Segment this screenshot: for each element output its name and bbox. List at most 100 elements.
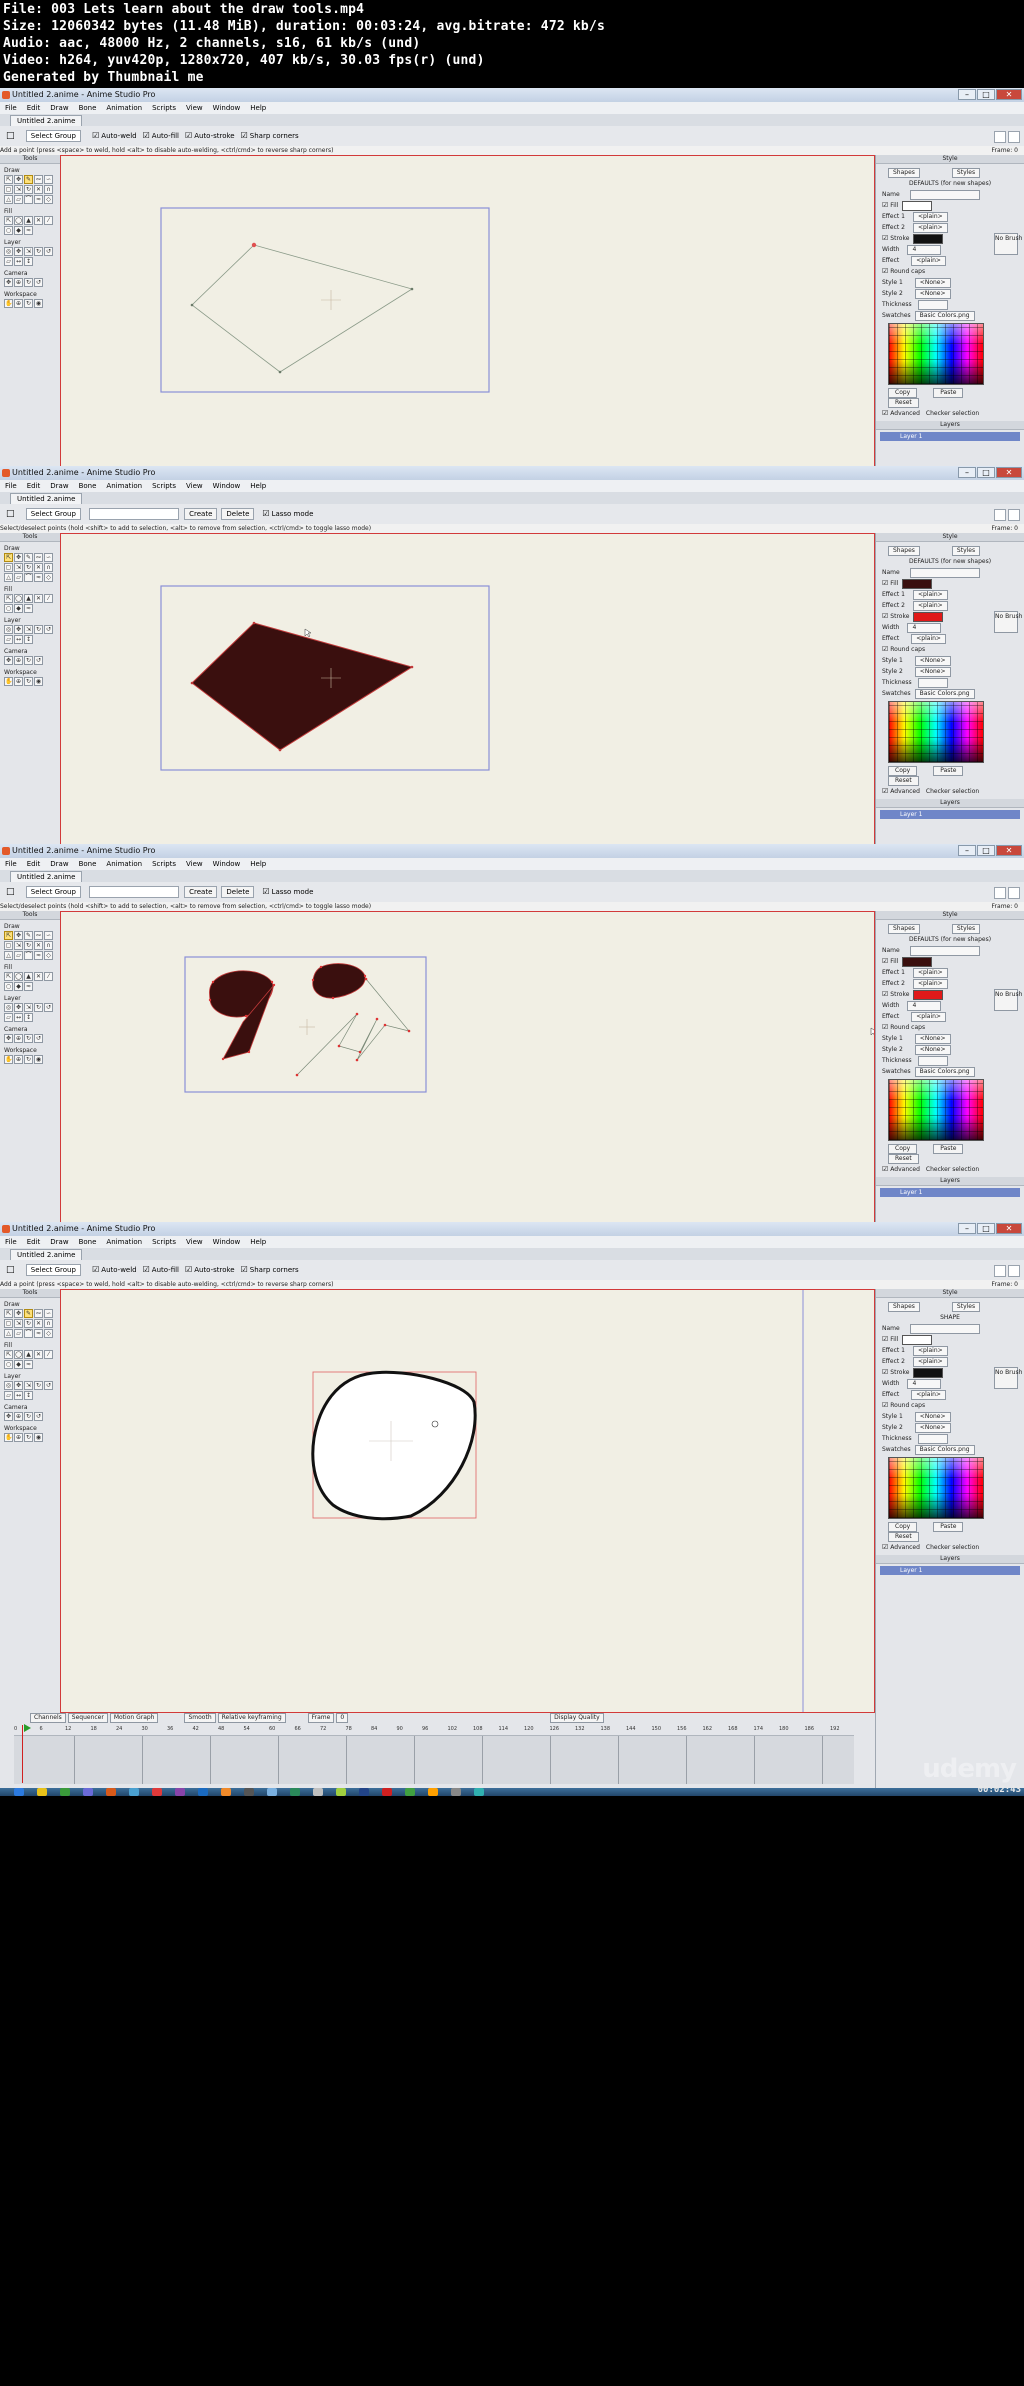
stroke-checkbox[interactable]: Stroke	[882, 991, 909, 998]
fill-checkbox[interactable]: Fill	[882, 958, 898, 965]
paste-button[interactable]: Paste	[933, 388, 964, 398]
menu-window[interactable]: Window	[208, 480, 246, 492]
fill-color-swatch[interactable]	[902, 578, 933, 589]
advanced-checkbox[interactable]: Advanced	[882, 788, 920, 795]
track-camera-tool[interactable]: ✥	[4, 1412, 13, 1421]
scale-points-tool[interactable]: ⇲	[14, 1319, 23, 1328]
copy-button[interactable]: Copy	[888, 766, 918, 776]
color-palette[interactable]	[888, 1079, 984, 1141]
white-oval-shape[interactable]	[311, 1370, 477, 1521]
scale-layer-tool[interactable]: ⇲	[24, 1003, 33, 1012]
pan-tilt-tool[interactable]: ↺	[34, 1412, 43, 1421]
taskbar-app-icon[interactable]	[152, 1788, 162, 1796]
maximize-button[interactable]: □	[977, 845, 995, 856]
menu-scripts[interactable]: Scripts	[147, 858, 181, 870]
relative-keyframing-checkbox[interactable]: Relative keyframing	[217, 1713, 286, 1723]
add-point-tool[interactable]: ✎	[24, 931, 33, 940]
select-points-tool[interactable]: ⇱	[4, 1309, 13, 1318]
curvature-tool[interactable]: ∾	[34, 553, 43, 562]
freehand-tool[interactable]: ∽	[44, 175, 53, 184]
curve-point[interactable]	[364, 977, 368, 981]
advanced-checkbox[interactable]: Advanced	[882, 1166, 920, 1173]
style1-dropdown[interactable]: <None>	[914, 277, 951, 288]
checker-selection-checkbox[interactable]: Checker selection	[926, 788, 979, 795]
menu-help[interactable]: Help	[245, 480, 271, 492]
freehand-tool[interactable]: ∽	[44, 553, 53, 562]
menu-help[interactable]: Help	[245, 858, 271, 870]
magnet-tool[interactable]: ∩	[44, 1319, 53, 1328]
person-icon[interactable]	[994, 509, 1006, 521]
style2-dropdown[interactable]: <None>	[914, 666, 951, 677]
curve-point[interactable]	[251, 242, 257, 248]
width-field[interactable]: 4	[907, 622, 942, 633]
set-origin-tool[interactable]: ◎	[4, 1003, 13, 1012]
menu-draw[interactable]: Draw	[45, 480, 73, 492]
curve-point[interactable]	[355, 1058, 359, 1062]
rotate-xy-tool[interactable]: ↺	[44, 247, 53, 256]
taskbar-app-icon[interactable]	[221, 1788, 231, 1796]
create-button[interactable]: Create	[184, 508, 218, 520]
reset-button[interactable]: Reset	[888, 776, 919, 786]
curve-point[interactable]	[311, 978, 315, 982]
menu-bone[interactable]: Bone	[74, 480, 102, 492]
group-name-field[interactable]	[89, 508, 180, 520]
roll-camera-tool[interactable]: ↻	[24, 656, 33, 665]
freehand-tool[interactable]: ∽	[44, 931, 53, 940]
styles-dropdown[interactable]: Styles	[951, 1301, 981, 1312]
curve-profile-tool[interactable]: ≈	[24, 604, 33, 613]
menu-window[interactable]: Window	[208, 858, 246, 870]
menu-animation[interactable]: Animation	[101, 1236, 147, 1248]
rotate-points-tool[interactable]: ↻	[24, 941, 33, 950]
auto-stroke-checkbox[interactable]: Auto-stroke	[185, 126, 234, 146]
menu-animation[interactable]: Animation	[101, 102, 147, 114]
effect1-dropdown[interactable]: <plain>	[913, 211, 948, 222]
curve-point[interactable]	[337, 1044, 341, 1048]
magnet-tool[interactable]: ∩	[44, 185, 53, 194]
taskbar-app-icon[interactable]	[244, 1788, 254, 1796]
flip-h-tool[interactable]: ↔	[14, 1391, 23, 1400]
view-icon[interactable]	[1008, 887, 1020, 899]
delete-shape-tool[interactable]: ✕	[34, 1350, 43, 1359]
select-shape-tool[interactable]: ⇱	[4, 1350, 13, 1359]
zoom-camera-tool[interactable]: ⊕	[14, 1034, 23, 1043]
curve-profile-tool[interactable]: ≈	[24, 226, 33, 235]
select-group-dropdown[interactable]: Select Group	[25, 130, 81, 142]
pan-tilt-tool[interactable]: ↺	[34, 1034, 43, 1043]
taskbar-app-icon[interactable]	[405, 1788, 415, 1796]
checker-selection-checkbox[interactable]: Checker selection	[926, 410, 979, 417]
fill-checkbox[interactable]: Fill	[882, 1336, 898, 1343]
curve-point[interactable]	[278, 748, 282, 752]
round-caps-checkbox[interactable]: Round caps	[882, 1024, 925, 1031]
menu-edit[interactable]: Edit	[22, 1236, 46, 1248]
filled-shape[interactable]	[312, 963, 366, 999]
stroke-exposure-tool[interactable]: ◆	[14, 604, 23, 613]
taskbar-app-icon[interactable]	[474, 1788, 484, 1796]
curve-point[interactable]	[278, 370, 282, 374]
rotate-xy-tool[interactable]: ↺	[44, 625, 53, 634]
select-points-tool[interactable]: ⇱	[4, 931, 13, 940]
checker-selection-checkbox[interactable]: Checker selection	[926, 1544, 979, 1551]
delete-shape-tool[interactable]: ✕	[34, 216, 43, 225]
sharp-corners-checkbox[interactable]: Sharp corners	[241, 1260, 299, 1280]
bend-tool[interactable]: ⌒	[24, 1329, 33, 1338]
shapes-dropdown[interactable]: Shapes	[888, 1301, 920, 1312]
rotate-workspace-tool[interactable]: ↻	[24, 299, 33, 308]
taskbar-app-icon[interactable]	[129, 1788, 139, 1796]
select-shape-tool[interactable]: ⇱	[4, 972, 13, 981]
shear-layer-tool[interactable]: ▱	[4, 1013, 13, 1022]
rotate-layer-tool[interactable]: ↻	[34, 247, 43, 256]
curve-point[interactable]	[375, 1017, 379, 1021]
stroke-exposure-tool[interactable]: ◆	[14, 982, 23, 991]
select-group-dropdown[interactable]: Select Group	[25, 508, 81, 520]
rotate-workspace-tool[interactable]: ↻	[24, 1055, 33, 1064]
fill-color-swatch[interactable]	[902, 1334, 933, 1345]
orbit-workspace-tool[interactable]: ◉	[34, 1055, 43, 1064]
taskbar-app-icon[interactable]	[175, 1788, 185, 1796]
menu-file[interactable]: File	[0, 858, 22, 870]
draw-shape-tool[interactable]: ▢	[4, 941, 13, 950]
styles-dropdown[interactable]: Styles	[951, 167, 981, 178]
effect-dropdown[interactable]: <plain>	[911, 255, 946, 266]
flip-v-tool[interactable]: ↕	[24, 257, 33, 266]
flip-h-tool[interactable]: ↔	[14, 1013, 23, 1022]
layer-row[interactable]: Layer 1	[880, 810, 1020, 819]
